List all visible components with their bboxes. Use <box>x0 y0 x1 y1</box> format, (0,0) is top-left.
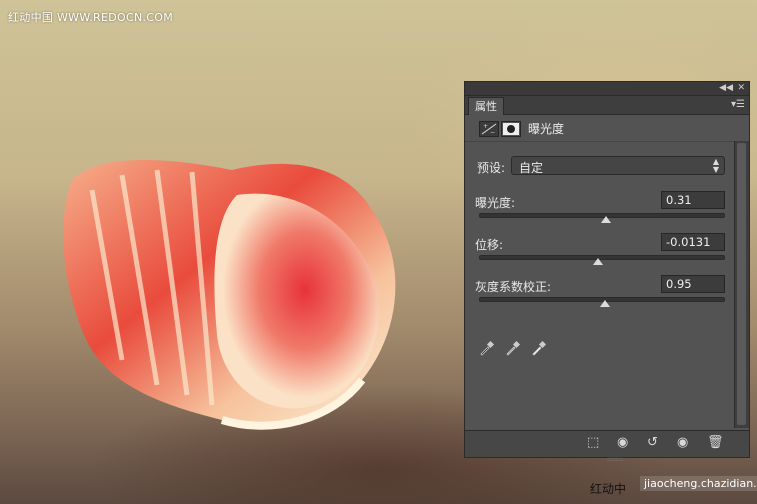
reset-icon[interactable]: ↺ <box>647 436 658 450</box>
delete-icon[interactable]: 🗑 <box>707 436 724 450</box>
preset-value: 自定 <box>519 161 544 175</box>
watermark-bottom-right: jiaocheng.chazidian.com <box>640 476 757 491</box>
watermark-bottom-left: 红动中 <box>590 482 627 496</box>
eyedropper-white-icon[interactable] <box>531 340 547 356</box>
tab-properties[interactable]: 属性 <box>468 97 504 115</box>
eyedropper-black-icon[interactable] <box>479 340 495 356</box>
offset-label: 位移: <box>475 238 504 252</box>
exposure-input[interactable]: 0.31 <box>661 191 725 209</box>
updown-arrows-icon: ▲ ▼ <box>712 157 719 174</box>
seashell-photo <box>63 160 396 430</box>
preset-select[interactable]: 自定 ▲ ▼ <box>511 156 725 175</box>
gamma-input[interactable]: 0.95 <box>661 275 725 293</box>
close-icon[interactable]: ✕ <box>737 82 745 95</box>
properties-panel: ◀◀ ✕ 属性 ▾☰ + − 曝光度 预设: 自定 ▲ ▼ 曝光度: 0.31 位移… <box>464 81 750 463</box>
mask-icon[interactable] <box>501 121 521 137</box>
collapse-icon[interactable]: ◀◀ <box>719 82 733 95</box>
panel-menu-icon[interactable]: ▾☰ <box>731 99 745 110</box>
gamma-label: 灰度系数校正: <box>475 280 552 294</box>
clip-to-layer-icon[interactable]: ⬚ <box>587 436 599 450</box>
panel-bottom-bar: ⬚ ◉ ↺ ◉ 🗑 :::::::: <box>465 430 749 463</box>
adjustment-title: 曝光度 <box>528 122 565 136</box>
view-previous-icon[interactable]: ◉ <box>617 436 628 450</box>
watermark-top: 红动中国 WWW.REDOCN.COM <box>8 11 174 24</box>
exposure-slider-knob[interactable] <box>601 216 611 223</box>
visibility-icon[interactable]: ◉ <box>677 436 688 450</box>
panel-tab-row: 属性 ▾☰ <box>465 96 749 115</box>
offset-slider-knob[interactable] <box>593 258 603 265</box>
svg-text:−: − <box>490 129 495 136</box>
svg-text:+: + <box>483 123 488 130</box>
offset-input[interactable]: -0.0131 <box>661 233 725 251</box>
adjustment-header: + − 曝光度 <box>465 115 749 142</box>
scrollbar-thumb[interactable] <box>737 143 746 425</box>
panel-scrollbar[interactable] <box>734 141 749 428</box>
gamma-slider-knob[interactable] <box>600 300 610 307</box>
exposure-label: 曝光度: <box>475 196 516 210</box>
panel-top-bar: ◀◀ ✕ <box>465 82 749 96</box>
eyedropper-gray-icon[interactable] <box>505 340 521 356</box>
preset-label: 预设: <box>477 161 506 175</box>
resize-grip-icon[interactable]: :::::::: <box>607 456 627 463</box>
adjustment-icon[interactable]: + − <box>479 121 499 137</box>
